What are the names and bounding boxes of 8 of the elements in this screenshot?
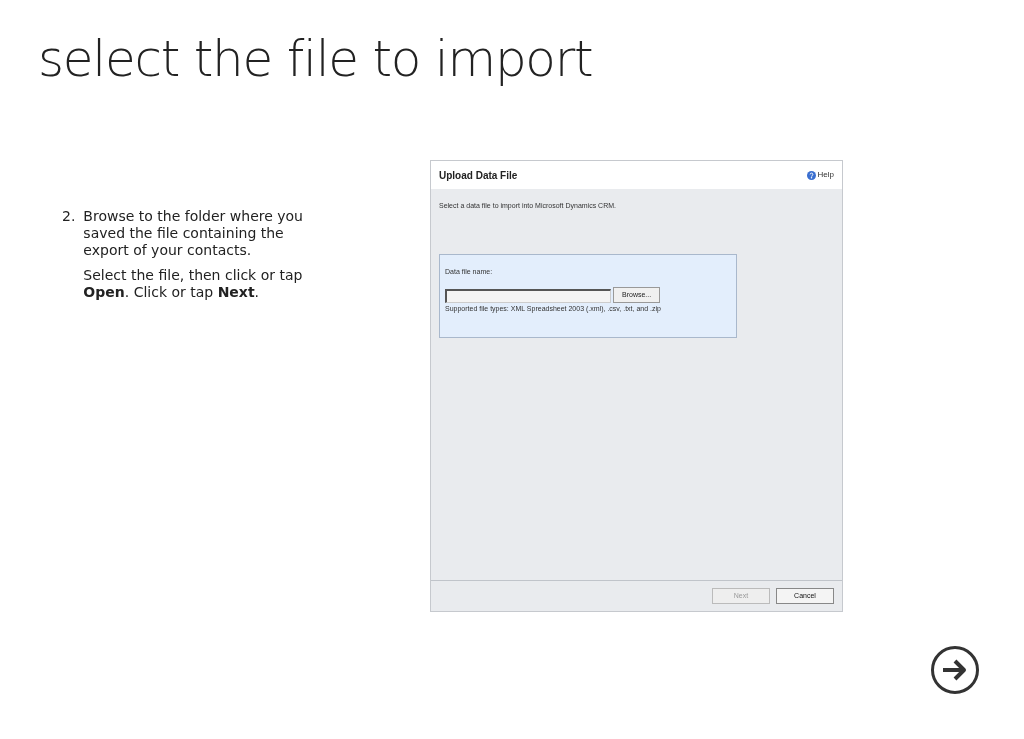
help-link[interactable]: Help [806, 169, 834, 181]
step-number: 2. [62, 208, 76, 226]
slide-title: select the file to import [38, 29, 593, 90]
help-icon [806, 170, 816, 180]
step-text: Browse to the folder where you saved the file containing the export of your contacts. [83, 208, 304, 259]
dialog-title: Upload Data File [439, 168, 518, 183]
file-name-field[interactable] [445, 289, 611, 303]
step-text: Select the file, then click or tap Open. Click or tap Next. [83, 267, 304, 301]
